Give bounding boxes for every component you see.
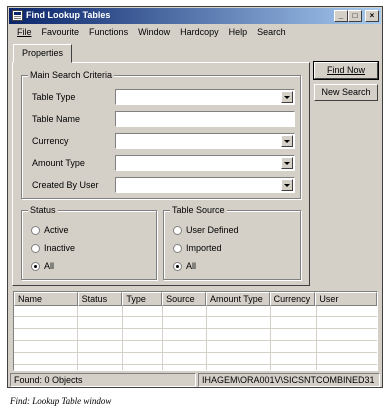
column-currency[interactable]: Currency <box>269 292 316 306</box>
column-user[interactable]: User <box>315 292 377 306</box>
column-name[interactable]: Name <box>14 292 78 306</box>
menu-help[interactable]: Help <box>224 25 253 41</box>
grid-line <box>77 306 78 370</box>
table-source-group: Table Source User Defined Imported All <box>163 205 301 280</box>
column-status[interactable]: Status <box>77 292 123 306</box>
status-legend: Status <box>28 205 58 215</box>
grid-line <box>162 306 163 370</box>
grid-line <box>206 306 207 370</box>
grid-line <box>316 306 317 370</box>
results-table[interactable]: Name Status Type Source Amount Type Curr… <box>13 291 378 371</box>
status-group: Status Active Inactive All <box>21 205 157 280</box>
app-icon <box>12 10 23 21</box>
column-source[interactable]: Source <box>162 292 206 306</box>
grid-line <box>122 306 123 370</box>
table-row[interactable] <box>14 318 377 329</box>
menu-file[interactable]: File <box>12 25 37 41</box>
currency-select[interactable] <box>115 133 295 149</box>
amount-type-select[interactable] <box>115 155 295 171</box>
created-by-user-label: Created By User <box>32 180 99 190</box>
main-search-criteria-group: Main Search Criteria Table Type Table Na… <box>21 70 301 199</box>
grid-line <box>270 306 271 370</box>
window-title: Find Lookup Tables <box>26 10 111 20</box>
column-amount-type[interactable]: Amount Type <box>205 292 270 306</box>
main-search-criteria-legend: Main Search Criteria <box>28 70 115 80</box>
menu-search[interactable]: Search <box>252 25 291 41</box>
table-source-legend: Table Source <box>170 205 227 215</box>
table-row[interactable] <box>14 354 377 365</box>
table-row[interactable] <box>14 330 377 341</box>
minimize-button[interactable]: _ <box>334 10 348 22</box>
table-type-label: Table Type <box>32 92 76 102</box>
close-button[interactable]: × <box>365 10 379 22</box>
table-name-label: Table Name <box>32 114 81 124</box>
chevron-down-icon[interactable] <box>281 157 293 169</box>
figure-caption: Find: Lookup Table window <box>10 396 112 406</box>
find-now-button[interactable]: Find Now <box>313 61 379 80</box>
tab-properties[interactable]: Properties <box>13 44 72 63</box>
menu-bar: File Favourite Functions Window Hardcopy… <box>9 25 381 41</box>
title-bar[interactable]: Find Lookup Tables _ □ × <box>9 8 381 24</box>
properties-panel: Main Search Criteria Table Type Table Na… <box>12 62 310 286</box>
menu-functions[interactable]: Functions <box>84 25 133 41</box>
chevron-down-icon[interactable] <box>281 135 293 147</box>
currency-label: Currency <box>32 136 69 146</box>
menu-favourite[interactable]: Favourite <box>37 25 85 41</box>
maximize-button[interactable]: □ <box>348 10 362 22</box>
menu-hardcopy[interactable]: Hardcopy <box>175 25 224 41</box>
found-count: Found: 0 Objects <box>10 373 196 387</box>
table-type-select[interactable] <box>115 89 295 105</box>
status-bar: Found: 0 Objects IHAGEM\ORA001V\SICSNTCO… <box>10 373 380 387</box>
menu-window[interactable]: Window <box>133 25 175 41</box>
find-lookup-tables-window: Find Lookup Tables _ □ × File Favourite … <box>7 6 383 388</box>
chevron-down-icon[interactable] <box>281 91 293 103</box>
table-name-input[interactable] <box>115 111 295 127</box>
new-search-button[interactable]: New Search <box>314 84 378 101</box>
connection-path: IHAGEM\ORA001V\SICSNTCOMBINED31 <box>198 373 380 387</box>
amount-type-label: Amount Type <box>32 158 85 168</box>
table-row[interactable] <box>14 342 377 353</box>
column-type[interactable]: Type <box>122 292 163 306</box>
results-header: Name Status Type Source Amount Type Curr… <box>14 292 377 306</box>
table-row[interactable] <box>14 306 377 317</box>
created-by-user-select[interactable] <box>115 177 295 193</box>
chevron-down-icon[interactable] <box>281 179 293 191</box>
